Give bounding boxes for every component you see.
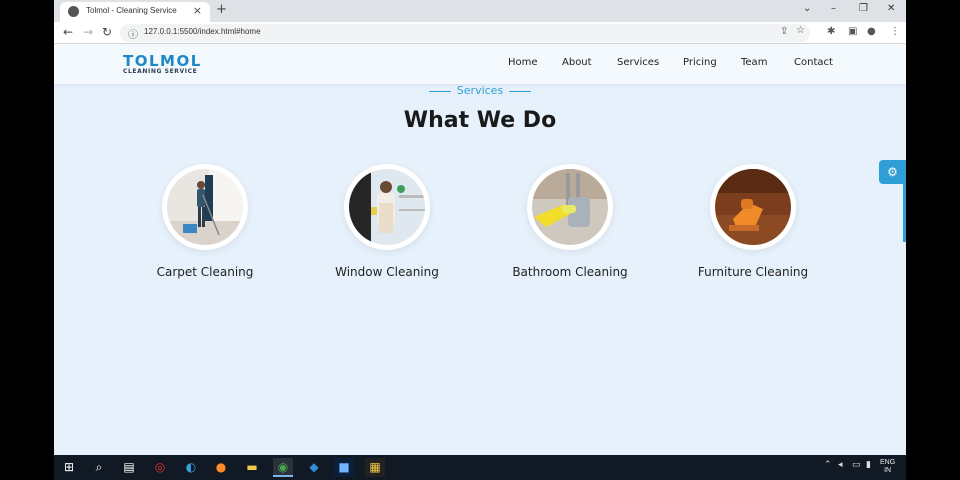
tab-search-icon[interactable]: ⌄ xyxy=(803,3,811,14)
region-code: IN xyxy=(884,467,892,474)
nav-about[interactable]: About xyxy=(562,57,592,68)
browser-window: Tolmol - Cleaning Service × + ⌄ – ❐ ✕ ← … xyxy=(54,0,906,455)
gear-icon[interactable]: ⚙ xyxy=(879,160,906,184)
tab-title: Tolmol - Cleaning Service xyxy=(86,6,177,15)
browser-toolbar: ← → ↻ ⓘ 127.0.0.1:5500/index.html#home ⇪… xyxy=(54,22,906,44)
menu-icon[interactable]: ⋮ xyxy=(890,26,900,37)
forward-icon[interactable]: → xyxy=(83,25,93,39)
chrome-icon[interactable]: ◉ xyxy=(273,458,293,477)
address-bar[interactable]: ⓘ 127.0.0.1:5500/index.html#home ⇪ ☆ xyxy=(120,24,810,42)
section-tag: Services xyxy=(54,84,906,97)
tag-line-left xyxy=(428,90,451,92)
task-view-icon[interactable]: ▤ xyxy=(119,458,139,477)
search-icon[interactable]: ⌕ xyxy=(89,458,109,477)
language-code: ENG xyxy=(880,459,896,466)
logo-subtitle: CLEANING SERVICE xyxy=(123,68,198,75)
bookmark-star-icon[interactable]: ☆ xyxy=(796,25,805,36)
volume-icon[interactable]: ◂ xyxy=(838,460,843,470)
nav-services[interactable]: Services xyxy=(617,57,659,68)
carpet-cleaning-image xyxy=(162,164,248,250)
url-text: 127.0.0.1:5500/index.html#home xyxy=(144,27,261,36)
firefox-icon[interactable]: ● xyxy=(211,458,231,477)
service-name: Window Cleaning xyxy=(335,265,439,279)
extensions-icon[interactable]: ✱ xyxy=(827,26,835,37)
nav-team[interactable]: Team xyxy=(741,57,767,68)
scrollbar[interactable] xyxy=(903,184,906,242)
taskbar: ⊞ ⌕ ▤ ◎ ◐ ● ▬ ◉ ◆ ■ ▦ ⌃ ◂ ▭ ▮ ENG IN xyxy=(54,455,906,480)
site-info-icon[interactable]: ⓘ xyxy=(128,26,138,41)
close-button[interactable]: ✕ xyxy=(887,3,895,14)
opera-icon[interactable]: ◎ xyxy=(150,458,170,477)
nav-contact[interactable]: Contact xyxy=(794,57,833,68)
service-card[interactable]: Window Cleaning xyxy=(297,164,477,279)
tab-strip: Tolmol - Cleaning Service × + ⌄ – ❐ ✕ xyxy=(54,0,906,22)
vscode-icon[interactable]: ◆ xyxy=(304,458,324,477)
network-icon[interactable]: ▭ xyxy=(852,460,861,470)
tag-line-right xyxy=(509,90,532,92)
service-card[interactable]: Bathroom Cleaning xyxy=(480,164,660,279)
bathroom-cleaning-image xyxy=(527,164,613,250)
service-name: Carpet Cleaning xyxy=(156,265,254,279)
edge-icon[interactable]: ◐ xyxy=(181,458,201,477)
service-card[interactable]: Furniture Cleaning xyxy=(663,164,843,279)
tab-close-icon[interactable]: × xyxy=(193,4,202,17)
battery-icon[interactable]: ▮ xyxy=(866,460,871,470)
chevron-up-icon[interactable]: ⌃ xyxy=(824,460,832,470)
share-icon[interactable]: ⇪ xyxy=(780,26,788,37)
photoshop-icon[interactable]: ■ xyxy=(334,458,354,477)
minimize-button[interactable]: – xyxy=(831,3,836,14)
reload-icon[interactable]: ↻ xyxy=(102,25,112,39)
app-icon[interactable]: ▦ xyxy=(365,458,385,477)
globe-icon xyxy=(68,6,79,17)
nav-home[interactable]: Home xyxy=(508,57,538,68)
service-card[interactable]: Carpet Cleaning xyxy=(115,164,295,279)
restore-button[interactable]: ❐ xyxy=(859,3,868,14)
back-icon[interactable]: ← xyxy=(63,25,73,39)
language-indicator[interactable]: ENG IN xyxy=(880,459,895,475)
service-name: Furniture Cleaning xyxy=(697,265,809,279)
profile-icon[interactable]: ● xyxy=(867,26,876,37)
section-title: What We Do xyxy=(403,108,557,133)
service-name: Bathroom Cleaning xyxy=(512,265,628,279)
start-icon[interactable]: ⊞ xyxy=(59,458,79,477)
site-header: TOLMOL CLEANING SERVICE Home About Servi… xyxy=(54,44,906,84)
furniture-cleaning-image xyxy=(710,164,796,250)
browser-tab[interactable]: Tolmol - Cleaning Service × xyxy=(60,2,210,22)
nav-pricing[interactable]: Pricing xyxy=(683,57,717,68)
section-tag-label: Services xyxy=(456,84,504,97)
side-panel-icon[interactable]: ▣ xyxy=(848,26,857,37)
new-tab-button[interactable]: + xyxy=(216,2,227,17)
file-explorer-icon[interactable]: ▬ xyxy=(242,458,262,477)
window-cleaning-image xyxy=(344,164,430,250)
